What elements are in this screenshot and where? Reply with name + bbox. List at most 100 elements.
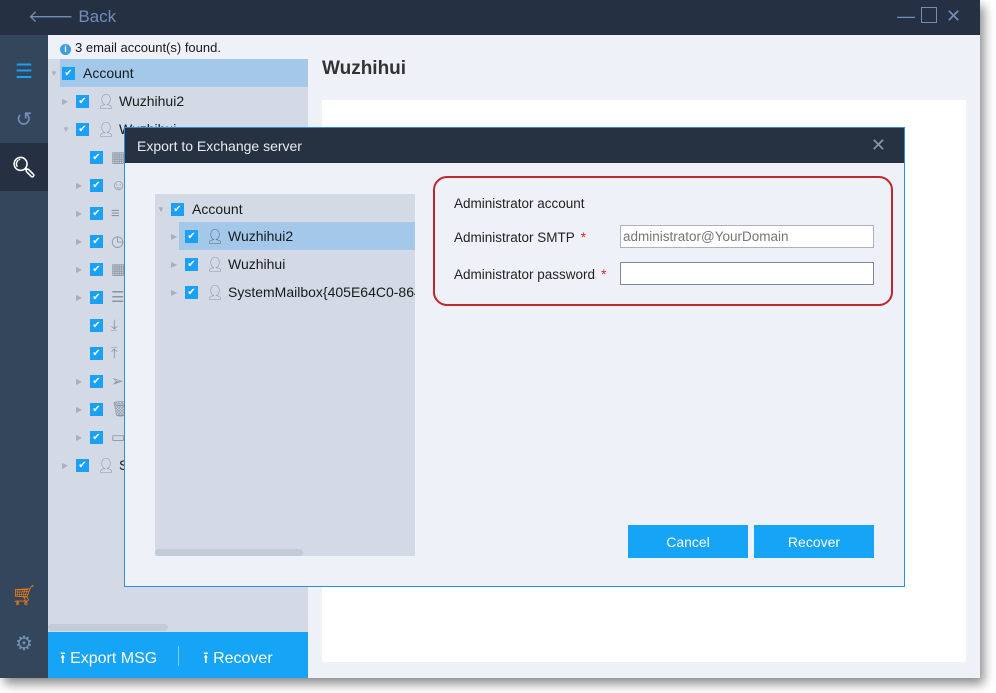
tree-label: SystemMailbox{405E64C0-864 bbox=[228, 284, 415, 300]
horizontal-scrollbar[interactable] bbox=[155, 549, 303, 556]
upload-icon: ⭱ bbox=[203, 650, 209, 667]
expand-icon[interactable]: ▶ bbox=[76, 265, 90, 274]
password-input[interactable] bbox=[620, 262, 874, 285]
back-button[interactable]: 🡐 Back bbox=[28, 7, 116, 27]
tree-label: Wuzhihui2 bbox=[119, 93, 185, 109]
checkbox[interactable]: ✔ bbox=[90, 430, 103, 444]
tree-item-folder[interactable]: ▶ ✔ ◷ bbox=[76, 227, 124, 255]
title-bar: 🡐 Back — ✕ bbox=[0, 0, 980, 35]
tasks-icon: ☰ bbox=[111, 289, 125, 306]
app-window: 🡐 Back — ✕ ☰ ↺ 🔍︎ 🛒︎ ⚙ i 3 email account(… bbox=[0, 0, 980, 678]
checkbox[interactable]: ✔ bbox=[90, 178, 103, 192]
checkbox[interactable]: ✔ bbox=[90, 318, 103, 332]
smtp-input[interactable] bbox=[620, 225, 874, 248]
found-text: 3 email account(s) found. bbox=[75, 40, 221, 55]
smtp-label-text: Administrator SMTP bbox=[454, 230, 575, 245]
arrow-left-icon: 🡐 bbox=[28, 7, 74, 26]
user-icon: 👤︎ bbox=[206, 284, 224, 300]
dialog-header: Export to Exchange server ✕ bbox=[125, 128, 904, 163]
back-label: Back bbox=[78, 7, 117, 26]
sent-icon: ➢ bbox=[111, 373, 124, 390]
tree-item-folder[interactable]: ✔ ▦ bbox=[76, 143, 125, 171]
maximize-button[interactable] bbox=[921, 7, 937, 23]
checkbox[interactable]: ✔ bbox=[185, 229, 198, 243]
checkbox[interactable]: ✔ bbox=[90, 402, 103, 416]
checkbox[interactable]: ✔ bbox=[90, 206, 103, 220]
checkbox[interactable]: ✔ bbox=[185, 257, 198, 271]
tree-item-account[interactable]: ▶ ✔ 👤︎ Wuzhihui2 bbox=[62, 87, 184, 115]
tree-root[interactable]: ▼ ✔ Account bbox=[157, 195, 243, 223]
tree-root[interactable]: ▼ ✔ Account bbox=[48, 59, 308, 87]
tree-item-folder[interactable]: ▶ ✔ ☺ bbox=[76, 171, 126, 199]
info-icon: i bbox=[60, 44, 71, 55]
search-icon[interactable]: 🔍︎ bbox=[0, 143, 48, 191]
tree-item-account[interactable]: ▶ ✔ 👤︎ Wuzhihui bbox=[171, 250, 285, 278]
cart-icon[interactable]: 🛒︎ bbox=[0, 571, 48, 619]
tree-item-folder[interactable]: ✔ ⤓ bbox=[76, 311, 118, 339]
checkbox[interactable]: ✔ bbox=[185, 285, 198, 299]
expand-icon[interactable]: ▶ bbox=[76, 405, 90, 414]
close-icon[interactable]: ✕ bbox=[871, 135, 886, 156]
checkbox[interactable]: ✔ bbox=[62, 66, 75, 80]
tree-item-folder[interactable]: ▶ ✔ ☰ bbox=[76, 283, 124, 311]
checkbox[interactable]: ✔ bbox=[90, 374, 103, 388]
checkbox[interactable]: ✔ bbox=[90, 234, 103, 248]
tree-item-folder[interactable]: ▶ ✔ ≡ bbox=[76, 199, 120, 227]
document-icon: ≡ bbox=[111, 204, 120, 222]
user-icon: 👤︎ bbox=[97, 121, 115, 137]
tree-label: Account bbox=[83, 65, 134, 81]
checkbox[interactable]: ✔ bbox=[76, 94, 89, 108]
expand-icon[interactable]: ▶ bbox=[76, 237, 90, 246]
bottom-toolbar: ⭱ Export MSG ⭱ Recover bbox=[48, 632, 308, 678]
tree-item-folder[interactable]: ▶ ✔ ▦ bbox=[76, 255, 125, 283]
calendar-clock-icon: ◷ bbox=[111, 233, 125, 250]
recover-button[interactable]: Recover bbox=[754, 525, 874, 558]
checkbox[interactable]: ✔ bbox=[90, 290, 103, 304]
expand-icon[interactable]: ▶ bbox=[76, 181, 90, 190]
tree-item-account[interactable]: ▶ ✔ 👤︎ Wuzhihui2 bbox=[171, 222, 293, 250]
outbox-icon: ⤒ bbox=[111, 344, 118, 362]
tree-item-folder[interactable]: ✔ ⤒ bbox=[76, 339, 118, 367]
recover-button[interactable]: ⭱ Recover bbox=[203, 647, 273, 674]
user-icon: 👤︎ bbox=[206, 256, 224, 272]
section-label: Administrator account bbox=[454, 196, 585, 211]
export-dialog: Export to Exchange server ✕ ▼ ✔ Account ▶ ✔… bbox=[124, 127, 905, 587]
tree-label: Account bbox=[192, 201, 243, 217]
status-text: i 3 email account(s) found. bbox=[48, 35, 308, 59]
tree-item-folder[interactable]: ▶ ✔ 🗑︎ bbox=[76, 395, 130, 423]
user-icon: 👤︎ bbox=[97, 93, 115, 109]
expand-icon[interactable]: ▶ bbox=[76, 377, 90, 386]
required-mark: * bbox=[580, 230, 587, 245]
smtp-label: Administrator SMTP * bbox=[454, 230, 586, 245]
checkbox[interactable]: ✔ bbox=[90, 150, 103, 164]
tree-item-account[interactable]: ▶ ✔ 👤︎ SystemMailbox{405E64C0-864 bbox=[171, 278, 415, 306]
sidebar: ☰ ↺ 🔍︎ 🛒︎ ⚙ bbox=[0, 35, 48, 678]
history-icon[interactable]: ↺ bbox=[0, 95, 48, 143]
checkbox[interactable]: ✔ bbox=[76, 458, 89, 472]
horizontal-scrollbar[interactable] bbox=[48, 624, 168, 631]
checkbox[interactable]: ✔ bbox=[171, 202, 184, 216]
password-label-text: Administrator password bbox=[454, 267, 596, 282]
expand-icon[interactable]: ▶ bbox=[76, 209, 90, 218]
dialog-account-tree: ▼ ✔ Account ▶ ✔ 👤︎ Wuzhihui2 ▶ ✔ 👤︎ Wuzhihui ▶ ✔ 👤… bbox=[155, 194, 415, 556]
dialog-title: Export to Exchange server bbox=[137, 138, 302, 154]
settings-icon[interactable]: ⚙ bbox=[0, 619, 48, 667]
minimize-button[interactable]: — bbox=[897, 6, 915, 27]
tree-item-folder[interactable]: ▶ ✔ ▭ bbox=[76, 423, 125, 451]
tree-label: Wuzhihui bbox=[228, 256, 286, 272]
tree-item-folder[interactable]: ▶ ✔ ➢ bbox=[76, 367, 124, 395]
page-title: Wuzhihui bbox=[322, 58, 407, 79]
list-icon[interactable]: ☰ bbox=[0, 47, 48, 95]
inbox-icon: ⤓ bbox=[111, 316, 118, 334]
expand-icon[interactable]: ▶ bbox=[76, 433, 90, 442]
checkbox[interactable]: ✔ bbox=[76, 122, 89, 136]
cancel-button[interactable]: Cancel bbox=[628, 525, 748, 558]
expand-icon[interactable]: ▶ bbox=[76, 293, 90, 302]
checkbox[interactable]: ✔ bbox=[90, 346, 103, 360]
checkbox[interactable]: ✔ bbox=[90, 262, 103, 276]
tree-label: Wuzhihui2 bbox=[228, 228, 294, 244]
upload-icon: ⭱ bbox=[60, 650, 66, 667]
export-msg-button[interactable]: ⭱ Export MSG bbox=[60, 647, 157, 674]
close-button[interactable]: ✕ bbox=[946, 6, 961, 27]
divider bbox=[178, 646, 179, 666]
